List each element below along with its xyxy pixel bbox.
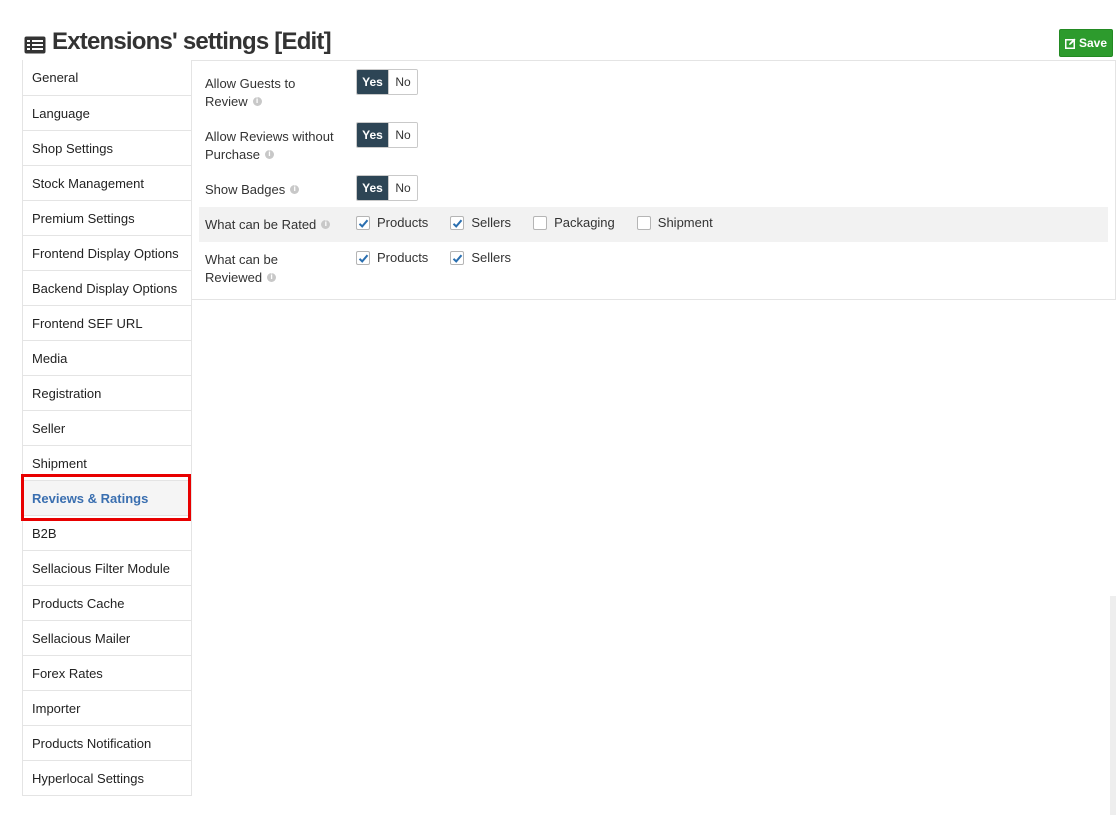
sidebar-item-label: Backend Display Options	[32, 280, 178, 296]
checkmark-icon	[453, 254, 463, 263]
allow-without-purchase-toggle[interactable]: Yes No	[356, 122, 418, 148]
page-title: Extensions' settings [Edit]	[24, 28, 332, 56]
checkbox-rated-sellers[interactable]: Sellers	[450, 215, 511, 230]
sidebar-item-general[interactable]: General	[23, 60, 191, 95]
checkbox[interactable]	[450, 250, 465, 265]
sidebar-item-label: Seller	[32, 420, 66, 436]
sidebar-item-hyperlocal-settings[interactable]: Hyperlocal Settings	[23, 760, 191, 795]
sidebar-item-registration[interactable]: Registration	[23, 375, 191, 410]
sidebar-item-frontend-display-options[interactable]: Frontend Display Options	[23, 235, 191, 270]
checkmark-icon	[453, 219, 463, 228]
setting-row-show-badges: Show Badges i Yes No	[199, 173, 1108, 205]
rated-options: Products Sellers Packaging Shipment	[356, 215, 735, 230]
sidebar-item-label: Frontend SEF URL	[32, 315, 143, 331]
setting-row-what-reviewed: What can be Reviewed i Products Sellers	[199, 245, 1108, 295]
setting-row-what-rated: What can be Rated i Products Sellers Pack…	[199, 207, 1108, 242]
sidebar-item-shop-settings[interactable]: Shop Settings	[23, 130, 191, 165]
checkbox[interactable]	[356, 215, 370, 230]
sidebar-item-products-notification[interactable]: Products Notification	[23, 725, 191, 760]
sidebar-item-label: Shop Settings	[32, 140, 113, 156]
setting-label: What can be Reviewed i	[205, 252, 278, 285]
checkbox[interactable]	[636, 215, 651, 230]
setting-row-allow-without-purchase: Allow Reviews without Purchase i Yes No	[199, 121, 1108, 171]
toggle-no-option[interactable]: No	[388, 176, 417, 200]
settings-panel: Allow Guests to Review i Yes No Allow Rev…	[192, 60, 1116, 300]
show-badges-toggle[interactable]: Yes No	[356, 175, 418, 201]
toggle-no-option[interactable]: No	[388, 123, 417, 147]
sidebar-item-label: Reviews & Ratings	[32, 490, 149, 506]
page-title-text: Extensions' settings [Edit]	[52, 28, 332, 55]
sidebar-item-label: Sellacious Filter Module	[32, 560, 171, 576]
sidebar-item-forex-rates[interactable]: Forex Rates	[23, 655, 191, 690]
sidebar-item-label: General	[32, 70, 79, 85]
sidebar-item-label: Premium Settings	[32, 210, 135, 226]
sidebar-item-label: Stock Management	[32, 175, 145, 191]
save-button-label: Save	[1078, 36, 1108, 50]
setting-label: Allow Reviews without Purchase i	[205, 129, 334, 162]
sidebar-item-premium-settings[interactable]: Premium Settings	[23, 200, 191, 235]
edit-icon	[1064, 38, 1076, 49]
checkbox-rated-packaging[interactable]: Packaging	[533, 215, 615, 230]
setting-row-allow-guests: Allow Guests to Review i Yes No	[199, 67, 1108, 117]
toggle-yes-option[interactable]: Yes	[357, 123, 388, 147]
sidebar-item-label: Importer	[32, 700, 81, 716]
sidebar-item-label: Sellacious Mailer	[32, 630, 131, 646]
sidebar-item-label: Language	[32, 105, 90, 121]
sidebar-item-label: Products Cache	[32, 595, 125, 611]
toggle-yes-option[interactable]: Yes	[357, 176, 388, 200]
setting-label: Show Badges i	[205, 181, 345, 199]
sidebar-item-products-cache[interactable]: Products Cache	[23, 585, 191, 620]
sidebar-item-sellacious-mailer[interactable]: Sellacious Mailer	[23, 620, 191, 655]
info-icon[interactable]: i	[252, 97, 262, 107]
setting-label: Allow Guests to Review i	[205, 76, 296, 109]
list-icon	[24, 33, 48, 54]
sidebar-item-b2b[interactable]: B2B	[23, 515, 191, 550]
reviewed-options: Products Sellers	[356, 250, 533, 265]
sidebar-item-seller[interactable]: Seller	[23, 410, 191, 445]
checkmark-icon	[358, 254, 369, 263]
sidebar-item-label: Products Notification	[32, 735, 152, 751]
sidebar-item-label: Media	[32, 350, 68, 366]
checkbox[interactable]	[450, 215, 465, 230]
sidebar-item-language[interactable]: Language	[23, 95, 191, 130]
info-icon[interactable]: i	[321, 220, 331, 230]
sidebar-item-backend-display-options[interactable]: Backend Display Options	[23, 270, 191, 305]
save-button[interactable]: Save	[1059, 29, 1113, 57]
sidebar-item-shipment[interactable]: Shipment	[23, 445, 191, 480]
sidebar-item-label: B2B	[32, 525, 57, 541]
sidebar-item-importer[interactable]: Importer	[23, 690, 191, 725]
checkbox-rated-products[interactable]: Products	[356, 215, 428, 230]
sidebar-item-label: Registration	[32, 385, 102, 401]
checkbox[interactable]	[533, 215, 548, 230]
sidebar-item-frontend-sef-url[interactable]: Frontend SEF URL	[23, 305, 191, 340]
info-icon[interactable]: i	[264, 150, 274, 160]
toggle-yes-option[interactable]: Yes	[357, 70, 388, 94]
checkbox-rated-shipment[interactable]: Shipment	[636, 215, 713, 230]
checkbox-reviewed-sellers[interactable]: Sellers	[450, 250, 511, 265]
sidebar-item-sellacious-filter-module[interactable]: Sellacious Filter Module	[23, 550, 191, 585]
scrollbar[interactable]	[1110, 596, 1116, 815]
settings-sidebar: General Language Shop Settings Stock Man…	[22, 60, 192, 796]
setting-label: What can be Rated i	[205, 216, 345, 234]
sidebar-item-label: Frontend Display Options	[32, 245, 179, 261]
info-icon[interactable]: i	[290, 185, 300, 195]
sidebar-item-label: Hyperlocal Settings	[32, 770, 144, 786]
checkbox[interactable]	[356, 250, 370, 265]
toggle-no-option[interactable]: No	[388, 70, 417, 94]
checkmark-icon	[358, 219, 369, 228]
sidebar-item-label: Forex Rates	[32, 665, 103, 681]
sidebar-item-reviews-ratings[interactable]: Reviews & Ratings	[23, 480, 191, 515]
info-icon[interactable]: i	[267, 273, 277, 283]
sidebar-item-stock-management[interactable]: Stock Management	[23, 165, 191, 200]
sidebar-item-media[interactable]: Media	[23, 340, 191, 375]
sidebar-item-label: Shipment	[32, 455, 87, 471]
checkbox-reviewed-products[interactable]: Products	[356, 250, 428, 265]
allow-guests-toggle[interactable]: Yes No	[356, 69, 418, 95]
